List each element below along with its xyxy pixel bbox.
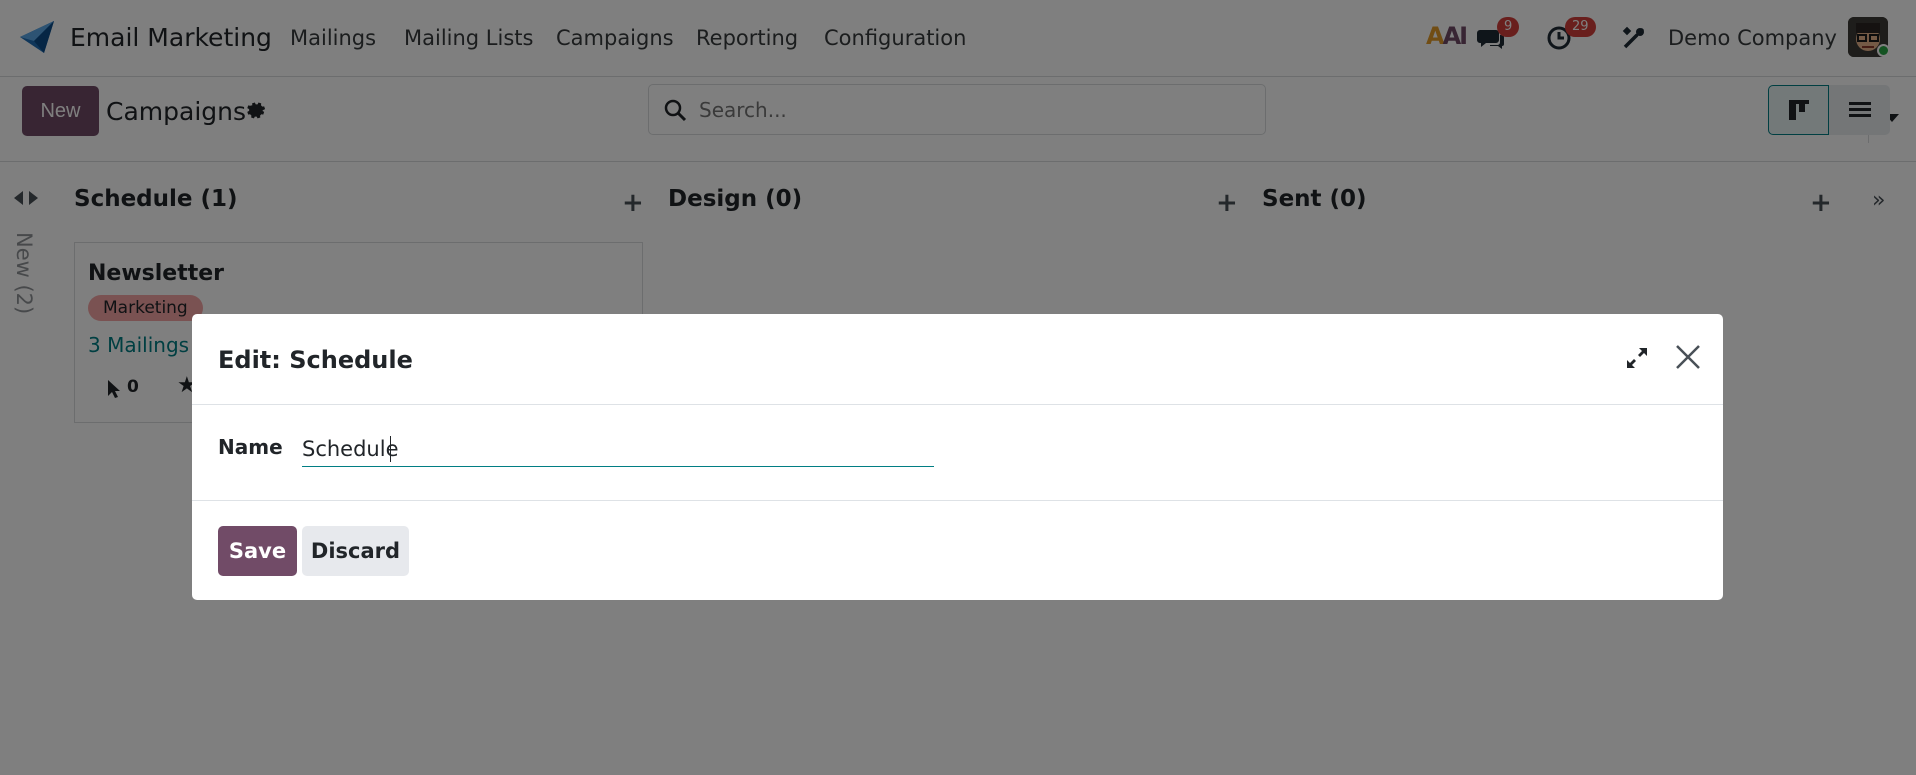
name-label: Name xyxy=(218,435,283,459)
expand-icon[interactable] xyxy=(1625,346,1649,370)
dialog-body: Name xyxy=(192,405,1723,501)
save-button[interactable]: Save xyxy=(218,526,297,576)
dialog-header: Edit: Schedule xyxy=(192,314,1723,405)
close-icon[interactable] xyxy=(1674,343,1702,371)
name-field[interactable] xyxy=(302,431,934,467)
text-caret xyxy=(390,436,391,462)
discard-button[interactable]: Discard xyxy=(302,526,409,576)
edit-dialog: Edit: Schedule Name Save Discard xyxy=(192,314,1723,600)
dialog-title: Edit: Schedule xyxy=(218,346,413,374)
